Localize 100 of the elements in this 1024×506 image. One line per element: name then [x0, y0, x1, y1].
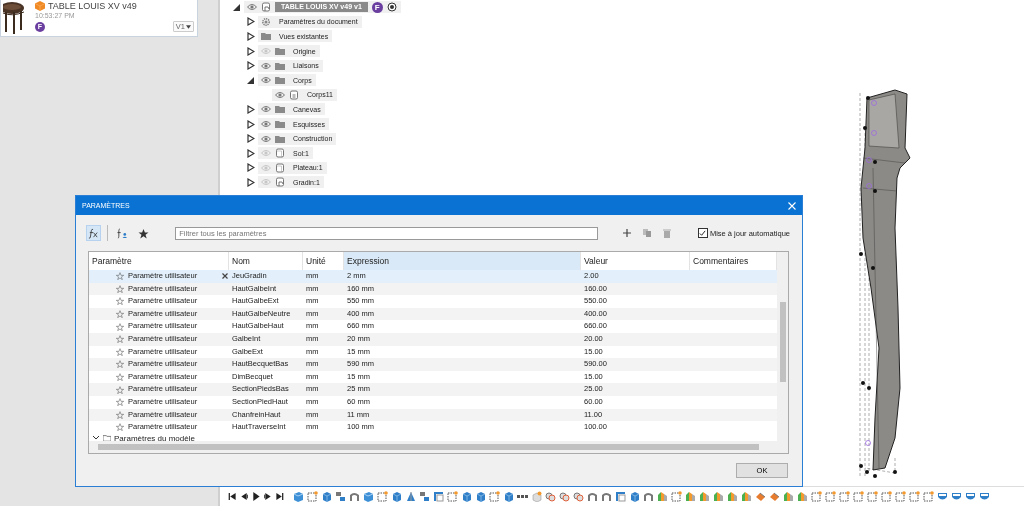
star-icon[interactable]: [116, 423, 124, 432]
combine-icon[interactable]: [559, 491, 570, 502]
sketch-icon[interactable]: [489, 491, 500, 502]
delete-icon[interactable]: [221, 272, 229, 281]
star-icon[interactable]: [116, 272, 124, 281]
star-icon[interactable]: [116, 297, 124, 306]
sketch-icon[interactable]: [825, 491, 836, 502]
mirror-icon[interactable]: [979, 491, 990, 502]
collapsed-triangle-icon[interactable]: [246, 163, 255, 173]
eye-icon[interactable]: [261, 75, 271, 86]
star-icon[interactable]: [116, 284, 124, 293]
star-icon[interactable]: [116, 360, 124, 369]
sketch-icon[interactable]: [377, 491, 388, 502]
step-forward-icon[interactable]: [264, 492, 272, 501]
joint-icon[interactable]: [335, 491, 346, 502]
corner-icon[interactable]: [433, 491, 444, 502]
combine-icon[interactable]: [573, 491, 584, 502]
horizontal-scrollbar[interactable]: [89, 441, 788, 453]
eye-icon[interactable]: [261, 119, 271, 130]
combine-icon[interactable]: [545, 491, 556, 502]
sketch-icon[interactable]: [811, 491, 822, 502]
sketch-icon[interactable]: [671, 491, 682, 502]
star-icon[interactable]: [116, 347, 124, 356]
sketch-icon[interactable]: [895, 491, 906, 502]
collapsed-triangle-icon[interactable]: [246, 134, 255, 144]
corner-icon[interactable]: [615, 491, 626, 502]
collapsed-triangle-icon[interactable]: [246, 177, 255, 187]
star-icon[interactable]: [116, 373, 124, 382]
fillet-icon[interactable]: [657, 491, 668, 502]
draft-icon[interactable]: [405, 491, 416, 502]
sketch-icon[interactable]: [839, 491, 850, 502]
fillet-icon[interactable]: [797, 491, 808, 502]
sketch-icon[interactable]: [307, 491, 318, 502]
collapsed-triangle-icon[interactable]: [246, 32, 255, 41]
eye-icon[interactable]: [261, 60, 271, 71]
eye-icon[interactable]: [261, 133, 271, 144]
expanded-triangle-icon[interactable]: [246, 75, 255, 85]
star-icon[interactable]: [116, 385, 124, 394]
plane-icon[interactable]: [293, 491, 304, 502]
document-title: TABLE LOUIS XV v49: [48, 0, 137, 11]
sketch-icon[interactable]: [909, 491, 920, 502]
loft-icon[interactable]: [601, 491, 612, 502]
vertical-scrollbar[interactable]: [777, 252, 788, 441]
star-icon[interactable]: [116, 322, 124, 331]
chamfer-icon[interactable]: [755, 491, 766, 502]
target-icon[interactable]: [386, 2, 397, 13]
play-icon[interactable]: [252, 492, 260, 501]
collapsed-triangle-icon[interactable]: [246, 104, 255, 114]
collapsed-triangle-icon[interactable]: [246, 148, 255, 158]
copy-icon[interactable]: [641, 228, 652, 238]
expanded-triangle-icon[interactable]: [232, 2, 241, 12]
star-icon[interactable]: [116, 398, 124, 407]
star-icon[interactable]: [116, 410, 124, 419]
collapsed-triangle-icon[interactable]: [246, 61, 255, 71]
sketch-icon[interactable]: [923, 491, 934, 502]
component-icon: [275, 148, 285, 159]
collapsed-triangle-icon[interactable]: [246, 17, 255, 27]
eye-icon[interactable]: [261, 104, 271, 115]
sketch-icon[interactable]: [867, 491, 878, 502]
fillet-icon[interactable]: [685, 491, 696, 502]
extrude-icon[interactable]: [629, 491, 640, 502]
loft-icon[interactable]: [643, 491, 654, 502]
skip-end-icon[interactable]: [276, 492, 284, 501]
fillet-icon[interactable]: [783, 491, 794, 502]
trash-icon[interactable]: [661, 228, 672, 238]
fillet-icon[interactable]: [713, 491, 724, 502]
mirror-icon[interactable]: [965, 491, 976, 502]
mirror-icon[interactable]: [951, 491, 962, 502]
chamfer-icon[interactable]: [769, 491, 780, 502]
mirror-icon[interactable]: [937, 491, 948, 502]
extrude-icon[interactable]: [321, 491, 332, 502]
auto-update-checkbox[interactable]: [697, 228, 708, 238]
plane-icon[interactable]: [363, 491, 374, 502]
loft-icon[interactable]: [587, 491, 598, 502]
collapsed-triangle-icon[interactable]: [246, 46, 255, 56]
linked-component-icon: [261, 2, 271, 13]
function-button[interactable]: [86, 225, 102, 241]
extrude-icon[interactable]: [475, 491, 486, 502]
collapsed-triangle-icon[interactable]: [246, 119, 255, 129]
eye-icon[interactable]: [247, 2, 257, 13]
body-icon: [289, 89, 299, 100]
star-icon[interactable]: [116, 335, 124, 344]
extrude-icon[interactable]: [391, 491, 402, 502]
joint-icon[interactable]: [419, 491, 430, 502]
fillet-icon[interactable]: [741, 491, 752, 502]
step-back-icon[interactable]: [240, 492, 248, 501]
fillet-icon[interactable]: [699, 491, 710, 502]
close-icon[interactable]: [788, 201, 796, 210]
skip-start-icon[interactable]: [228, 492, 236, 501]
sketch-icon[interactable]: [881, 491, 892, 502]
extrude-icon[interactable]: [461, 491, 472, 502]
extrude-icon[interactable]: [503, 491, 514, 502]
sketch-icon[interactable]: [447, 491, 458, 502]
sketch-icon[interactable]: [853, 491, 864, 502]
loft-icon[interactable]: [349, 491, 360, 502]
star-icon[interactable]: [116, 310, 124, 319]
fillet-icon[interactable]: [727, 491, 738, 502]
column-header[interactable]: Expression: [344, 252, 581, 270]
eye-icon[interactable]: [275, 89, 285, 100]
add-icon[interactable]: [621, 228, 632, 238]
